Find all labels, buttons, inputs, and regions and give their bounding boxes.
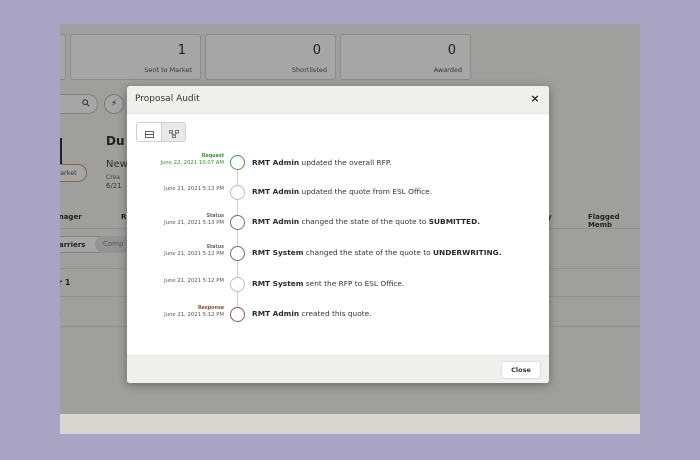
entry-text: RMT Admin updated the quote from ESL Off… — [252, 187, 432, 196]
entry-action: sent the RFP to ESL Office. — [303, 279, 405, 288]
modal-title: Proposal Audit — [135, 94, 200, 104]
entry-status: UNDERWRITING. — [433, 248, 502, 257]
entry-meta: June 21, 2021 5:13 PM — [164, 186, 224, 193]
timeline-dot — [230, 185, 245, 200]
entry-actor: RMT Admin — [252, 309, 300, 318]
timeline-dot — [230, 277, 245, 292]
timeline-entry: Status June 21, 2021 5:12 PM RMT System … — [127, 243, 549, 267]
timeline-entry: June 21, 2021 5:12 PM RMT System sent th… — [127, 274, 549, 298]
entry-action: created this quote. — [299, 309, 372, 318]
entry-text: RMT System sent the RFP to ESL Office. — [252, 279, 404, 288]
entry-date: June 21, 2021 5:12 PM — [164, 278, 224, 284]
modal-footer: Close — [127, 355, 549, 383]
entry-meta: Request June 22, 2021 10:07 AM — [160, 154, 224, 167]
app-footer — [60, 414, 640, 434]
entry-date: June 21, 2021 5:12 PM — [164, 312, 224, 318]
timeline-icon — [168, 123, 179, 141]
timeline-dot — [230, 215, 245, 230]
timeline-view-button[interactable] — [161, 123, 185, 141]
entry-action: updated the quote from ESL Office. — [299, 187, 433, 196]
entry-meta: Response June 21, 2021 5:12 PM — [164, 306, 224, 319]
entry-actor: RMT Admin — [252, 217, 300, 226]
entry-actor: RMT System — [252, 248, 304, 257]
view-toggle — [136, 122, 186, 142]
timeline-entry: Status June 21, 2021 5:13 PM RMT Admin c… — [127, 212, 549, 236]
entry-meta: Status June 21, 2021 5:13 PM — [164, 214, 224, 227]
entry-action: changed the state of the quote to — [299, 217, 429, 226]
entry-actor: RMT Admin — [252, 187, 300, 196]
entry-actor: RMT Admin — [252, 158, 300, 167]
entry-actor: RMT System — [252, 279, 304, 288]
timeline-entry: Response June 21, 2021 5:12 PM RMT Admin… — [127, 304, 549, 328]
close-icon[interactable]: × — [528, 92, 542, 106]
table-view-button[interactable] — [137, 123, 161, 141]
timeline-dot — [230, 155, 245, 170]
timeline-entry: Request June 22, 2021 10:07 AM RMT Admin… — [127, 152, 549, 176]
proposal-audit-modal: Proposal Audit × Request June 22, 2021 1… — [127, 86, 549, 383]
entry-text: RMT Admin updated the overall RFP. — [252, 158, 392, 167]
table-icon — [144, 123, 154, 141]
entry-meta: June 21, 2021 5:12 PM — [164, 278, 224, 285]
modal-header: Proposal Audit × — [127, 86, 549, 114]
entry-date: June 21, 2021 5:13 PM — [164, 220, 224, 226]
timeline-dot — [230, 246, 245, 261]
entry-action: updated the overall RFP. — [299, 158, 392, 167]
entry-status: SUBMITTED. — [428, 217, 481, 226]
entry-date: June 21, 2021 5:13 PM — [164, 186, 224, 192]
entry-text: RMT Admin created this quote. — [252, 309, 372, 318]
entry-date: June 22, 2021 10:07 AM — [160, 160, 224, 166]
entry-date: June 21, 2021 5:12 PM — [164, 251, 224, 257]
entry-text: RMT Admin changed the state of the quote… — [252, 217, 480, 226]
close-button[interactable]: Close — [501, 361, 541, 379]
entry-action: changed the state of the quote to — [303, 248, 434, 257]
timeline-dot — [230, 307, 245, 322]
timeline-entry: June 21, 2021 5:13 PM RMT Admin updated … — [127, 182, 549, 206]
entry-text: RMT System changed the state of the quot… — [252, 248, 502, 257]
entry-meta: Status June 21, 2021 5:12 PM — [164, 245, 224, 258]
